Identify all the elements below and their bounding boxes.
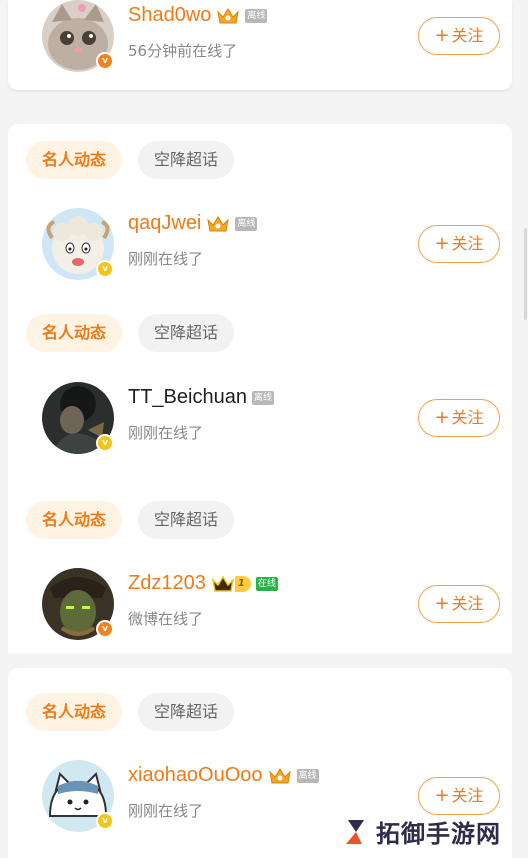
follow-label: 关注 [451,26,484,45]
follow-button[interactable]: + 关注 [418,777,500,815]
last-online-text: 刚刚在线了 [128,424,204,442]
last-online-text: 56分钟前在线了 [128,42,238,60]
tag-celebrity-news[interactable]: 名人动态 [26,693,123,731]
crown-icon [207,215,230,231]
plus-icon: + [434,233,450,254]
follow-label: 关注 [451,234,484,253]
follow-button[interactable]: + 关注 [418,17,500,55]
tag-row: 名人动态 空降超话 [26,314,235,352]
tag-supertopic[interactable]: 空降超话 [138,501,235,539]
tag-celebrity-news[interactable]: 名人动态 [26,501,123,539]
watermark-text: 拓御手游网 [376,820,501,848]
username[interactable]: qaqJwei [128,212,201,235]
name-row: Zdz1203 1 在线 [128,572,278,595]
tag-supertopic[interactable]: 空降超话 [138,693,235,731]
member-level-badge: 1 [211,574,251,594]
offline-tag: 离线 [235,216,258,231]
offline-tag: 离线 [245,8,268,23]
verified-badge-icon: v [96,812,114,830]
site-watermark: 拓御手游网 [342,814,501,849]
user-row[interactable]: v Zdz1203 1 在线 微博在线了 + 关注 [42,568,508,640]
online-tag: 在线 [255,576,278,591]
name-row: xiaohaoOuOoo 离线 [128,764,319,787]
plus-icon: + [434,407,450,428]
celebrity-feed-card: 名人动态 空降超话 v qaqJwei 离线 刚刚在线了 + 关注 名人动态 空… [8,124,512,654]
tag-row: 名人动态 空降超话 [26,501,235,539]
crown-icon [268,767,291,783]
crown-icon [217,7,240,23]
tag-celebrity-news[interactable]: 名人动态 [26,314,123,352]
plus-icon: + [434,785,450,806]
follow-button[interactable]: + 关注 [418,585,500,623]
plus-icon: + [434,593,450,614]
last-online-text: 微博在线了 [128,610,204,628]
verified-badge-icon: v [96,620,114,638]
name-row: qaqJwei 离线 [128,212,258,235]
level-number: 1 [234,575,251,592]
offline-tag: 离线 [296,768,319,783]
plus-icon: + [434,25,450,46]
offline-tag: 离线 [251,390,274,405]
username[interactable]: TT_Beichuan [128,386,247,409]
username[interactable]: Shad0wo [128,4,211,27]
follow-label: 关注 [451,594,484,613]
user-row[interactable]: v Shad0wo 离线 56分钟前在线了 + 关注 [42,0,508,72]
tag-supertopic[interactable]: 空降超话 [138,141,235,179]
verified-badge-icon: v [96,434,114,452]
last-online-text: 刚刚在线了 [128,250,204,268]
name-row: Shad0wo 离线 [128,4,268,27]
last-online-text: 刚刚在线了 [128,802,204,820]
tag-row: 名人动态 空降超话 [26,693,235,731]
follow-button[interactable]: + 关注 [418,225,500,263]
scrollbar[interactable] [524,228,527,320]
name-row: TT_Beichuan 离线 [128,386,274,409]
username[interactable]: xiaohaoOuOoo [128,764,263,787]
verified-badge-icon: v [96,52,114,70]
follow-button[interactable]: + 关注 [418,399,500,437]
username[interactable]: Zdz1203 [128,572,206,595]
user-row[interactable]: v qaqJwei 离线 刚刚在线了 + 关注 [42,208,508,280]
follow-label: 关注 [451,408,484,427]
follow-label: 关注 [451,786,484,805]
tag-row: 名人动态 空降超话 [26,141,235,179]
tag-celebrity-news[interactable]: 名人动态 [26,141,123,179]
tag-supertopic[interactable]: 空降超话 [138,314,235,352]
user-row[interactable]: v TT_Beichuan 离线 刚刚在线了 + 关注 [42,382,508,454]
site-logo-icon [346,819,364,844]
crown-icon [211,575,235,592]
verified-badge-icon: v [96,260,114,278]
user-card-shad0wo: v Shad0wo 离线 56分钟前在线了 + 关注 [8,0,512,90]
